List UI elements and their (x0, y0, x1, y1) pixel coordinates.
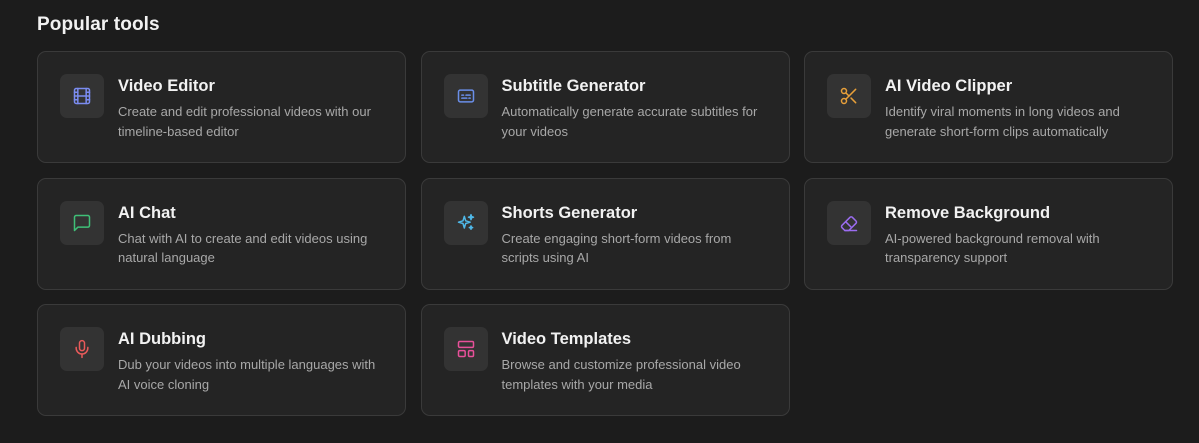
sparkles-icon-graphic (457, 213, 474, 230)
captions-icon-graphic (457, 89, 474, 103)
section-title: Popular tools (37, 14, 160, 35)
tool-card-text: Video Editor Create and edit professiona… (118, 74, 385, 141)
layout-template-icon-graphic (457, 340, 474, 358)
tool-card-ai-video-clipper[interactable]: AI Video Clipper Identify viral moments … (804, 51, 1173, 163)
tool-card-text: Video Templates Browse and customize pro… (502, 327, 769, 394)
film-icon (60, 74, 104, 118)
microphone-icon-graphic (75, 339, 89, 359)
tool-card-ai-chat[interactable]: AI Chat Chat with AI to create and edit … (37, 177, 406, 290)
tool-description: AI-powered background removal with trans… (885, 230, 1100, 266)
tool-card-text: Shorts Generator Create engaging short-f… (502, 201, 769, 268)
eraser-icon (827, 200, 871, 245)
chat-bubble-icon (60, 200, 104, 245)
tool-description: Browse and customize professional video … (501, 357, 741, 392)
tool-title: Video Editor (118, 77, 215, 95)
film-icon-graphic (73, 87, 91, 105)
tool-card-text: AI Dubbing Dub your videos into multiple… (118, 327, 385, 394)
tool-card-remove-background[interactable]: Remove Background AI-powered background … (804, 177, 1173, 290)
tool-card-text: AI Chat Chat with AI to create and edit … (118, 201, 385, 268)
tool-card-video-editor[interactable]: Video Editor Create and edit professiona… (37, 51, 406, 163)
tool-title: Remove Background (885, 203, 1051, 222)
tool-card-text: Remove Background AI-powered background … (885, 201, 1152, 268)
layout-template-icon (443, 327, 488, 371)
tool-card-subtitle-generator[interactable]: Subtitle Generator Automatically generat… (420, 51, 790, 163)
tool-description: Dub your videos into multiple languages … (118, 357, 376, 392)
tool-title: AI Dubbing (118, 330, 206, 348)
tool-title: AI Chat (118, 203, 176, 222)
tool-title: Video Templates (501, 330, 632, 348)
tool-card-text: AI Video Clipper Identify viral moments … (885, 74, 1152, 141)
tool-description: Create engaging short-form videos from s… (501, 230, 732, 266)
tools-grid: Video Editor Create and edit professiona… (37, 51, 1199, 416)
eraser-icon-graphic (840, 215, 858, 231)
tool-description: Chat with AI to create and edit videos u… (118, 230, 368, 266)
tool-description: Automatically generate accurate subtitle… (501, 104, 758, 139)
tool-card-text: Subtitle Generator Automatically generat… (502, 74, 769, 141)
sparkles-icon (443, 200, 488, 245)
scissors-icon-graphic (840, 87, 857, 105)
tool-title: Shorts Generator (501, 203, 638, 222)
tool-description: Identify viral moments in long videos an… (885, 104, 1120, 139)
microphone-icon (60, 327, 104, 371)
captions-icon (443, 74, 488, 118)
popular-tools-section: Popular tools Video Editor Create and ed… (0, 0, 1199, 443)
chat-bubble-icon-graphic (73, 214, 91, 231)
tool-title: Subtitle Generator (501, 77, 646, 95)
scissors-icon (827, 74, 871, 118)
tool-card-video-templates[interactable]: Video Templates Browse and customize pro… (420, 304, 790, 416)
tool-description: Create and edit professional videos with… (118, 104, 371, 139)
tool-title: AI Video Clipper (885, 77, 1013, 95)
tool-card-ai-dubbing[interactable]: AI Dubbing Dub your videos into multiple… (37, 304, 406, 416)
tool-card-shorts-generator[interactable]: Shorts Generator Create engaging short-f… (420, 177, 790, 290)
